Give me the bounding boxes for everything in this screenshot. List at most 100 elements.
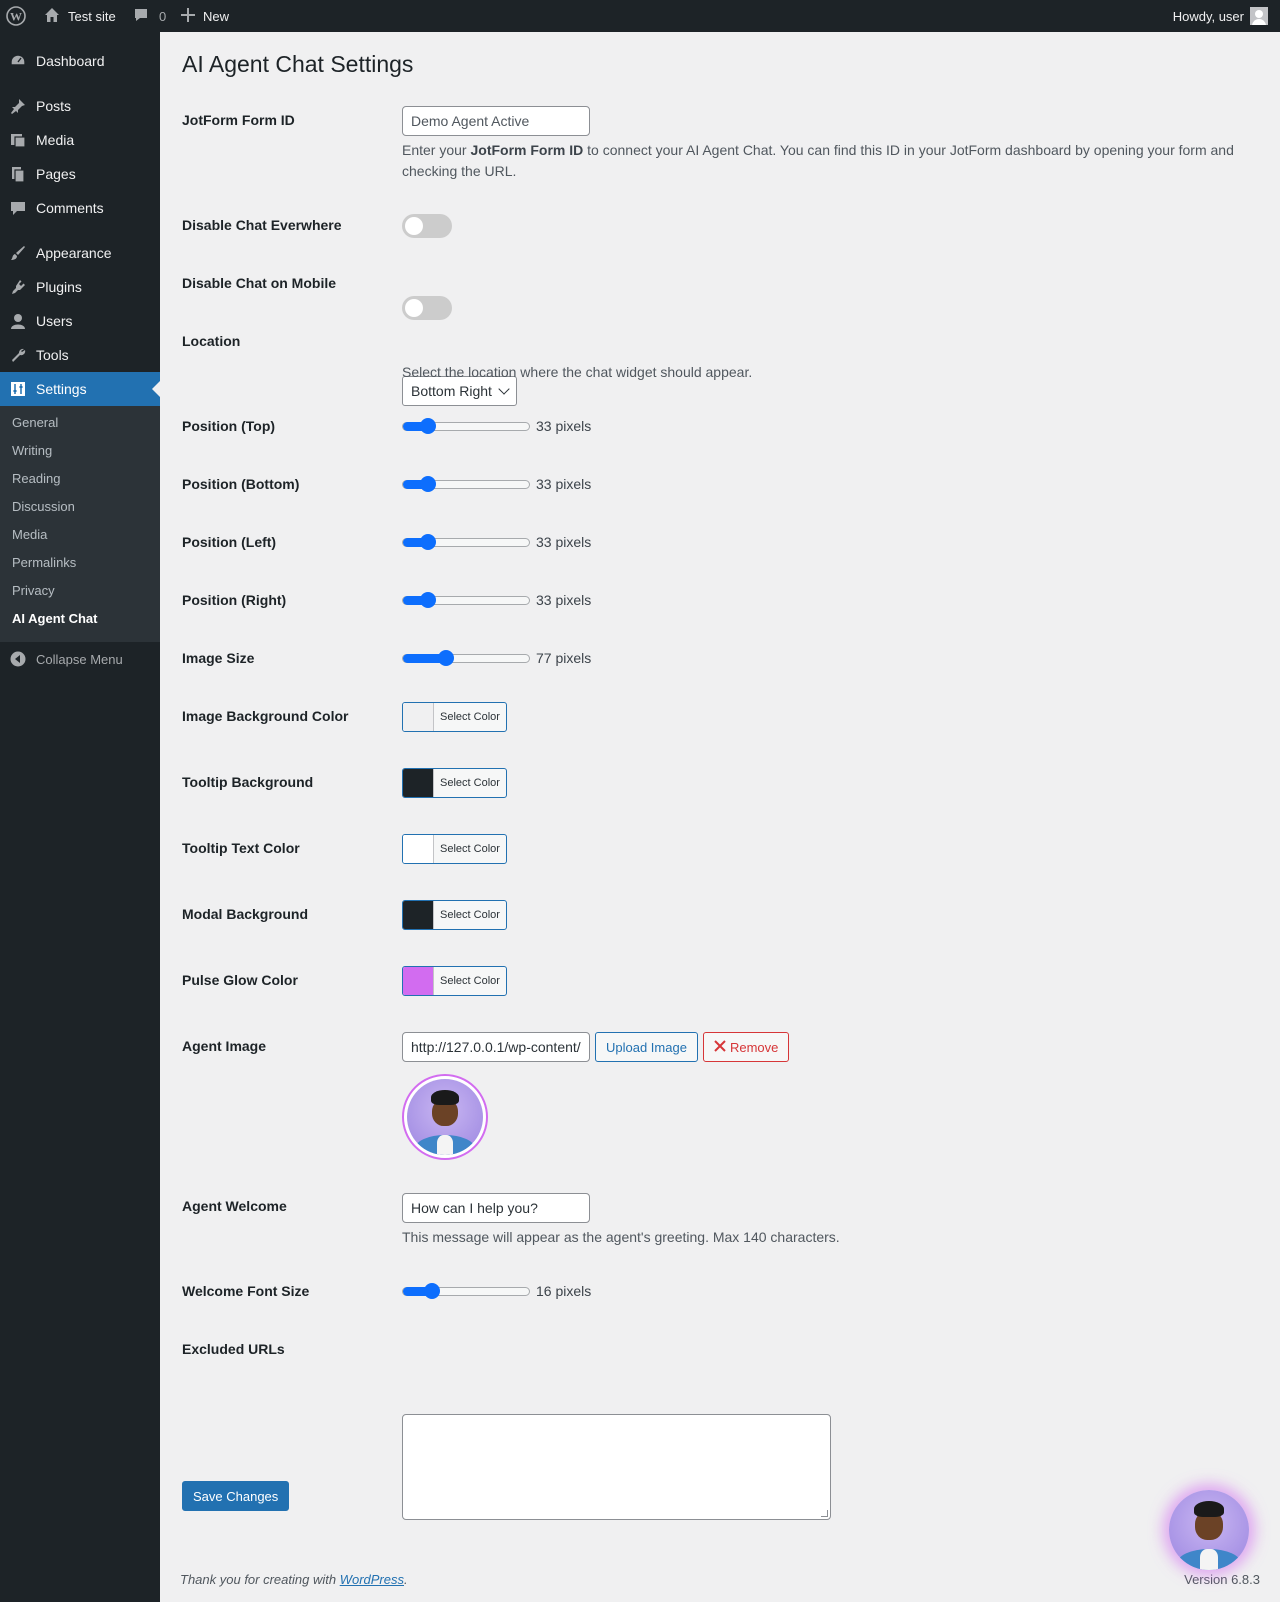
- remove-image-button[interactable]: Remove: [702, 1032, 790, 1062]
- agent-image-preview: [402, 1074, 488, 1160]
- submenu-item-general[interactable]: General: [12, 415, 58, 430]
- agent-welcome-description: This message will appear as the agent's …: [402, 1229, 840, 1245]
- position-bottom-slider[interactable]: 33 pixels: [402, 474, 591, 494]
- slider-thumb[interactable]: [423, 1282, 440, 1299]
- image-bg-color-button[interactable]: Select Color: [402, 702, 507, 732]
- comments-link[interactable]: 0: [133, 0, 166, 32]
- disable-everywhere-label: Disable Chat Everwhere: [182, 217, 342, 233]
- tooltip-bg-color-button[interactable]: Select Color: [402, 768, 507, 798]
- wordpress-logo-icon[interactable]: W: [6, 0, 30, 32]
- submenu-item-reading[interactable]: Reading: [12, 471, 60, 486]
- slider-track[interactable]: [402, 1282, 530, 1299]
- modal-bg-color-button[interactable]: Select Color: [402, 900, 507, 930]
- color-swatch: [403, 835, 434, 863]
- image-size-slider[interactable]: 77 pixels: [402, 648, 591, 668]
- slider-thumb[interactable]: [437, 649, 454, 666]
- position-bottom-label: Position (Bottom): [182, 476, 300, 492]
- submenu-item-discussion[interactable]: Discussion: [12, 499, 75, 514]
- sidebar-item-pages[interactable]: Pages: [0, 157, 160, 191]
- excluded-urls-textarea[interactable]: [402, 1414, 831, 1520]
- sidebar-item-users[interactable]: Users: [0, 304, 160, 338]
- collapse-icon: [0, 651, 36, 667]
- plus-icon: [181, 7, 195, 25]
- agent-image-url-input[interactable]: http://127.0.0.1/wp-content/: [402, 1032, 590, 1062]
- disable-everywhere-toggle[interactable]: [402, 214, 452, 238]
- slider-thumb[interactable]: [420, 417, 437, 434]
- submenu-item-privacy[interactable]: Privacy: [12, 583, 55, 598]
- sidebar-item-appearance[interactable]: Appearance: [0, 236, 160, 270]
- sidebar-item-plugins[interactable]: Plugins: [0, 270, 160, 304]
- tooltip-text-color-button[interactable]: Select Color: [402, 834, 507, 864]
- form-id-input[interactable]: Demo Agent Active: [402, 106, 590, 136]
- agent-image-label: Agent Image: [182, 1038, 267, 1054]
- sidebar-item-settings[interactable]: Settings: [0, 372, 160, 406]
- howdy-text: Howdy, user: [1172, 8, 1244, 24]
- select-color-label: Select Color: [440, 843, 500, 855]
- new-content-link[interactable]: New: [181, 0, 229, 32]
- wrench-icon: [0, 346, 36, 364]
- slider-track[interactable]: [402, 533, 530, 550]
- sidebar-item-posts[interactable]: Posts: [0, 89, 160, 123]
- slider-thumb[interactable]: [420, 475, 437, 492]
- settings-submenu: General Writing Reading Discussion Media…: [0, 406, 160, 642]
- select-color-label: Select Color: [440, 711, 500, 723]
- disable-mobile-label: Disable Chat on Mobile: [182, 275, 337, 291]
- save-changes-button[interactable]: Save Changes: [182, 1481, 290, 1511]
- form-id-label: JotForm Form ID: [182, 112, 295, 128]
- slider-track[interactable]: [402, 417, 530, 434]
- color-swatch: [403, 967, 434, 995]
- svg-text:W: W: [10, 10, 22, 24]
- select-color-label: Select Color: [440, 975, 500, 987]
- sidebar-item-comments[interactable]: Comments: [0, 191, 160, 225]
- chat-widget-avatar[interactable]: [1169, 1490, 1249, 1570]
- form-id-description: Enter your JotForm Form ID to connect yo…: [402, 142, 1234, 179]
- slider-track[interactable]: [402, 591, 530, 608]
- position-right-value: 33 pixels: [536, 592, 592, 608]
- submenu-item-permalinks[interactable]: Permalinks: [12, 555, 76, 570]
- pages-icon: [0, 165, 36, 183]
- wordpress-link[interactable]: WordPress: [340, 1572, 404, 1587]
- slider-thumb[interactable]: [420, 533, 437, 550]
- pin-icon: [0, 97, 36, 115]
- pulse-glow-label: Pulse Glow Color: [182, 972, 298, 988]
- position-right-slider[interactable]: 33 pixels: [402, 590, 591, 610]
- upload-image-button[interactable]: Upload Image: [595, 1032, 698, 1062]
- comment-icon: [133, 7, 149, 26]
- slider-track[interactable]: [402, 475, 530, 492]
- image-bg-color-label: Image Background Color: [182, 708, 349, 724]
- excluded-urls-label: Excluded URLs: [182, 1341, 285, 1357]
- position-left-slider[interactable]: 33 pixels: [402, 532, 591, 552]
- disable-mobile-toggle[interactable]: [402, 296, 452, 320]
- site-name-link[interactable]: Test site: [44, 0, 116, 32]
- position-top-slider[interactable]: 33 pixels: [402, 416, 591, 436]
- slider-thumb[interactable]: [420, 591, 437, 608]
- welcome-font-size-slider[interactable]: 16 pixels: [402, 1281, 591, 1301]
- submenu-item-writing[interactable]: Writing: [12, 443, 52, 458]
- user-avatar-icon: [1250, 7, 1268, 25]
- position-left-value: 33 pixels: [536, 534, 592, 550]
- collapse-menu-label: Collapse Menu: [36, 651, 123, 667]
- home-icon: [44, 7, 60, 26]
- pulse-glow-color-button[interactable]: Select Color: [402, 966, 507, 996]
- position-right-label: Position (Right): [182, 592, 287, 608]
- agent-image-controls: http://127.0.0.1/wp-content/ Upload Imag…: [402, 1032, 790, 1062]
- location-label: Location: [182, 333, 241, 349]
- agent-welcome-input[interactable]: How can I help you?: [402, 1193, 590, 1223]
- collapse-menu-button[interactable]: Collapse Menu: [0, 644, 123, 674]
- submenu-item-media[interactable]: Media: [12, 527, 47, 542]
- chevron-down-icon: [498, 383, 510, 395]
- brush-icon: [0, 244, 36, 262]
- sidebar-item-tools[interactable]: Tools: [0, 338, 160, 372]
- modal-bg-label: Modal Background: [182, 906, 309, 922]
- plugin-icon: [0, 278, 36, 296]
- slider-track[interactable]: [402, 649, 530, 666]
- settings-content: AI Agent Chat Settings JotForm Form ID D…: [182, 32, 1262, 1520]
- sidebar-item-dashboard[interactable]: Dashboard: [0, 44, 160, 78]
- select-color-label: Select Color: [440, 777, 500, 789]
- account-menu[interactable]: Howdy, user: [1173, 0, 1268, 32]
- media-icon: [0, 131, 36, 149]
- submenu-item-ai-agent-chat[interactable]: AI Agent Chat: [12, 611, 97, 626]
- position-bottom-value: 33 pixels: [536, 476, 592, 492]
- admin-bar: W Test site 0 New Howdy, user: [0, 0, 1280, 32]
- sidebar-item-media[interactable]: Media: [0, 123, 160, 157]
